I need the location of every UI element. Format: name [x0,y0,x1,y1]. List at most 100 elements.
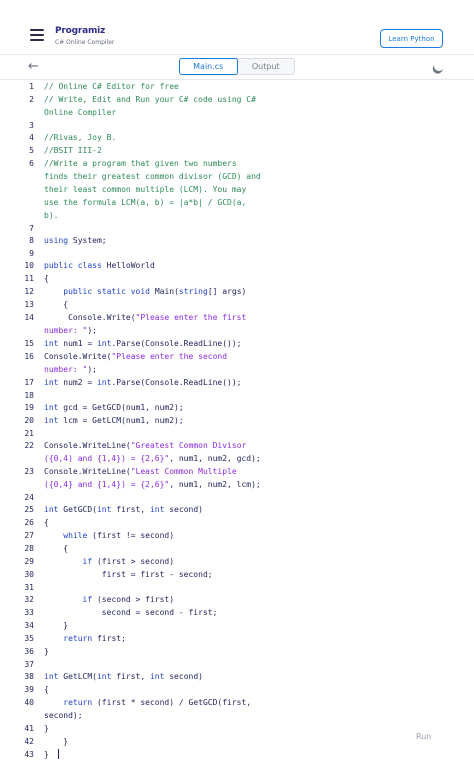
line-number: 32 [24,595,34,604]
code-text[interactable]: { [44,272,264,285]
code-text[interactable]: Console.Write("Please enter the first nu… [44,311,264,337]
code-line[interactable]: 24 [0,491,474,503]
code-text[interactable]: int num1 = int.Parse(Console.ReadLine())… [44,337,264,350]
code-text[interactable]: } [44,645,264,658]
code-text[interactable]: { [44,683,264,696]
code-line[interactable]: 15 int num1 = int.Parse(Console.ReadLine(… [0,337,474,350]
line-number: 6 [29,159,34,168]
code-text[interactable] [44,581,264,593]
code-text[interactable]: int num2 = int.Parse(Console.ReadLine())… [44,376,264,389]
programiz-logo[interactable]: Programiz [55,26,105,36]
code-text[interactable]: public static void Main(string[] args) [44,285,264,298]
line-number: 28 [24,544,34,553]
code-line[interactable]: 39 { [0,683,474,696]
learn-python-button[interactable]: Learn Python [380,29,443,48]
code-line[interactable]: 20 int lcm = GetLCM(num1, num2); [0,414,474,427]
code-line[interactable]: 12 public static void Main(string[] args… [0,285,474,298]
code-line[interactable]: 11 { [0,272,474,285]
code-line[interactable]: 6 //Write a program that given two number… [0,157,474,222]
code-line[interactable]: 21 [0,427,474,439]
text-cursor [58,749,59,759]
code-text[interactable]: { [44,542,264,555]
code-text[interactable]: } [44,722,264,735]
code-text[interactable]: Console.WriteLine("Greatest Common Divis… [44,439,264,465]
code-line[interactable]: 5 //BSIT III-2 [0,144,474,157]
tab-main-cs[interactable]: Main.cs [179,58,238,75]
code-line[interactable]: 33 second = second - first; [0,606,474,619]
code-text[interactable]: int gcd = GetGCD(num1, num2); [44,401,264,414]
code-text[interactable] [44,247,264,259]
code-line[interactable]: 31 [0,581,474,593]
code-text[interactable]: int GetGCD(int first, int second) [44,503,264,516]
code-line[interactable]: 14 Console.Write("Please enter the first… [0,311,474,337]
code-line[interactable]: 13 { [0,298,474,311]
code-text[interactable] [44,427,264,439]
code-text[interactable]: while (first != second) [44,529,264,542]
code-line[interactable]: 25 int GetGCD(int first, int second) [0,503,474,516]
code-line[interactable]: 28 { [0,542,474,555]
code-line[interactable]: 17 int num2 = int.Parse(Console.ReadLine(… [0,376,474,389]
arrow-left-icon[interactable]: ← [28,60,39,73]
code-text[interactable]: //BSIT III-2 [44,144,264,157]
code-text[interactable]: //Write a program that given two numbers… [44,157,264,222]
code-text[interactable]: { [44,298,264,311]
code-text[interactable]: if (second > first) [44,593,264,606]
line-number: 43 [24,750,34,759]
code-line[interactable]: 34 } [0,619,474,632]
code-text[interactable]: // Online C# Editor for free [44,80,264,93]
code-line[interactable]: 29 if (first > second) [0,555,474,568]
code-line[interactable]: 18 [0,389,474,401]
code-line[interactable]: 35 return first; [0,632,474,645]
code-text[interactable] [44,222,264,234]
code-text[interactable]: } [44,619,264,632]
code-line[interactable]: 4 //Rivas, Joy B. [0,131,474,144]
code-line[interactable]: 32 if (second > first) [0,593,474,606]
code-text[interactable]: public class HelloWorld [44,259,264,272]
code-line[interactable]: 23 Console.WriteLine("Least Common Multip… [0,465,474,491]
run-button[interactable]: Run [416,732,431,741]
moon-icon[interactable] [433,60,446,73]
code-text[interactable]: int GetLCM(int first, int second) [44,670,264,683]
code-text[interactable] [44,491,264,503]
code-line[interactable]: 8 using System; [0,234,474,247]
hamburger-menu-icon[interactable] [30,29,44,44]
code-line[interactable]: 3 [0,119,474,131]
code-text[interactable]: first = first - second; [44,568,264,581]
code-text[interactable]: return (first * second) / GetGCD(first, … [44,696,264,722]
code-text[interactable]: // Write, Edit and Run your C# code usin… [44,93,264,119]
code-line[interactable]: 30 first = first - second; [0,568,474,581]
code-line[interactable]: 40 return (first * second) / GetGCD(firs… [0,696,474,722]
code-line[interactable]: 41} [0,722,474,735]
code-editor[interactable]: 1 // Online C# Editor for free 2 // Write, … [0,80,474,770]
code-text[interactable]: second = second - first; [44,606,264,619]
code-text[interactable]: return first; [44,632,264,645]
code-line[interactable]: 9 [0,247,474,259]
code-line[interactable]: 42 } [0,735,474,748]
code-line[interactable]: 43} [0,748,474,761]
code-line[interactable]: 27 while (first != second) [0,529,474,542]
code-line[interactable]: 22 Console.WriteLine("Greatest Common Div… [0,439,474,465]
code-line[interactable]: 10 public class HelloWorld [0,259,474,272]
tab-output[interactable]: Output [238,59,295,74]
code-text[interactable]: Console.WriteLine("Least Common Multiple… [44,465,264,491]
code-text[interactable]: Console.Write("Please enter the second n… [44,350,264,376]
code-line[interactable]: 36} [0,645,474,658]
code-line[interactable]: 7 [0,222,474,234]
code-line[interactable]: 38 int GetLCM(int first, int second) [0,670,474,683]
code-line[interactable]: 26 { [0,516,474,529]
code-text[interactable]: { [44,516,264,529]
code-line[interactable]: 2 // Write, Edit and Run your C# code usi… [0,93,474,119]
code-text[interactable]: if (first > second) [44,555,264,568]
code-text[interactable]: using System; [44,234,264,247]
code-text[interactable]: //Rivas, Joy B. [44,131,264,144]
code-line[interactable]: 19 int gcd = GetGCD(num1, num2); [0,401,474,414]
code-text[interactable]: int lcm = GetLCM(num1, num2); [44,414,264,427]
code-text[interactable] [44,119,264,131]
code-text[interactable]: } [44,735,264,748]
code-line[interactable]: 16 Console.Write("Please enter the second… [0,350,474,376]
code-line[interactable]: 37 [0,658,474,670]
code-text[interactable]: } [44,748,264,761]
code-text[interactable] [44,389,264,401]
code-text[interactable] [44,658,264,670]
code-line[interactable]: 1 // Online C# Editor for free [0,80,474,93]
